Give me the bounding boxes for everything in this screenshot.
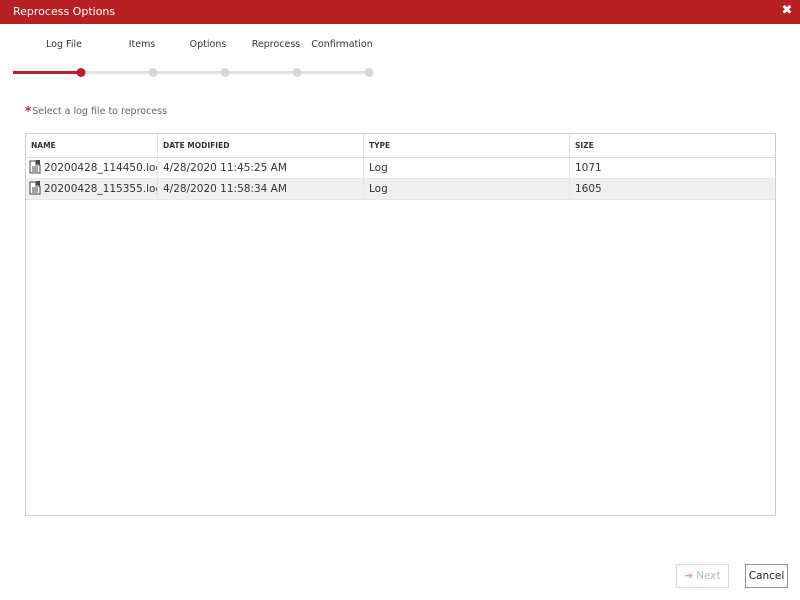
next-button[interactable]: ➔ Next [676,564,729,588]
arrow-right-icon: ➔ [684,570,694,582]
step-dot-log-file[interactable] [76,68,86,77]
table-header: NAME DATE MODIFIED TYPE SIZE [26,134,775,158]
next-label: Next [696,570,721,582]
select-log-prompt: *Select a log file to reprocess [25,104,167,118]
cell-name: 20200428_114450.log [26,158,158,178]
required-marker: * [25,104,32,118]
cell-type: Log [364,179,570,199]
file-name: 20200428_115355.log [44,183,158,195]
file-name: 20200428_114450.log [44,162,158,174]
column-header-date-modified[interactable]: DATE MODIFIED [158,134,364,158]
prompt-text: Select a log file to reprocess [32,106,168,117]
step-label-confirmation[interactable]: Confirmation [311,39,372,50]
cell-size: 1071 [575,162,602,174]
window-title: Reprocess Options [13,5,116,18]
table-row[interactable]: 20200428_115355.log 4/28/2020 11:58:34 A… [26,179,775,200]
log-file-table[interactable]: NAME DATE MODIFIED TYPE SIZE 20200428_11… [25,133,776,516]
file-text-icon [29,160,41,174]
cell-date-modified: 4/28/2020 11:58:34 AM [158,179,364,199]
close-icon[interactable]: ✖ [780,4,794,18]
column-header-type[interactable]: TYPE [364,134,570,158]
step-dot-confirmation[interactable] [364,68,374,77]
step-label-log-file[interactable]: Log File [46,39,82,50]
step-label-reprocess[interactable]: Reprocess [252,39,301,50]
progress-track-complete [13,71,81,74]
step-dot-reprocess[interactable] [292,68,302,77]
cancel-button[interactable]: Cancel [745,564,788,588]
cell-name: 20200428_115355.log [26,179,158,199]
cell-size: 1605 [575,183,602,195]
step-label-items[interactable]: Items [129,39,156,50]
file-text-icon [29,181,41,195]
column-header-name[interactable]: NAME [26,134,158,158]
wizard-steps: Log File Items Options Reprocess Confirm… [0,24,800,94]
step-label-options[interactable]: Options [190,39,227,50]
title-bar: Reprocess Options ✖ [0,0,800,24]
cell-date-modified: 4/28/2020 11:45:25 AM [158,158,364,178]
table-row[interactable]: 20200428_114450.log 4/28/2020 11:45:25 A… [26,158,775,179]
step-dot-options[interactable] [220,68,230,77]
step-dot-items[interactable] [148,68,158,77]
column-header-size[interactable]: SIZE [570,134,775,158]
cell-type: Log [364,158,570,178]
